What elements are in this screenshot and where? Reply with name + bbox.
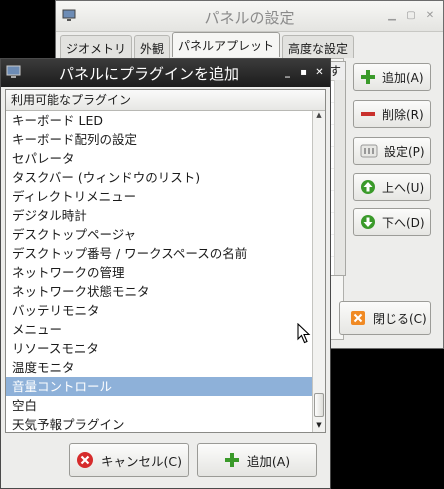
plugin-list-item[interactable]: キーボード LED [6,111,313,130]
plugin-list-scrollbar[interactable]: ▲ ▼ [312,111,325,432]
arrow-up-icon [361,180,375,194]
move-up-button[interactable]: 上へ(U) [353,173,431,201]
preferences-icon [360,144,378,158]
cancel-icon [77,452,93,468]
close-button[interactable]: 閉じる(C) [339,301,431,335]
minimize-icon[interactable]: _ [281,66,294,79]
plugin-list[interactable]: 利用可能なプラグイン キーボード LED キーボード配列の設定 セパレータ タスクバー… [5,89,326,433]
close-window-icon [351,311,365,325]
plugin-list-item[interactable]: デスクトップページャ [6,225,313,244]
plugin-list-item[interactable]: デスクトップ番号 / ワークスペースの名前 [6,244,313,263]
plugin-list-item[interactable]: キーボード配列の設定 [6,130,313,149]
panel-settings-titlebar[interactable]: パネルの設定 ▁ ▢ ✕ [56,1,443,32]
plugin-rows: キーボード LED キーボード配列の設定 セパレータ タスクバー (ウィンドウのリスト… [6,111,313,432]
plugin-list-item[interactable]: 温度モニタ [6,358,313,377]
monitor-icon [6,65,21,82]
plugin-list-item[interactable]: ネットワークの管理 [6,263,313,282]
tab-advanced[interactable]: 高度な設定 [282,35,355,58]
cancel-button[interactable]: キャンセル(C) [69,443,189,477]
plugin-list-header[interactable]: 利用可能なプラグイン [6,90,325,111]
plugin-list-item[interactable]: タスクバー (ウィンドウのリスト) [6,168,313,187]
close-label: 閉じる(C) [373,311,427,326]
add-plugin-titlebar[interactable]: パネルにプラグインを追加 _ ▪ ✕ [1,59,330,87]
maximize-icon[interactable]: ▪ [297,66,310,79]
add-label: 追加(A) [246,453,291,469]
minus-icon [361,112,375,116]
tab-panel-applets[interactable]: パネルアプレット [172,32,281,57]
plugin-list-item[interactable]: 空白 [6,396,313,415]
plus-icon [224,453,239,467]
scrollbar-thumb[interactable] [314,393,324,417]
minimize-icon[interactable]: ▁ [385,9,399,22]
plugin-list-item[interactable]: デジタル時計 [6,206,313,225]
move-down-button[interactable]: 下へ(D) [353,208,431,236]
remove-applet-label: 削除(R) [382,107,424,122]
add-applet-label: 追加(A) [382,70,424,85]
plugin-list-item[interactable]: メニュー [6,320,313,339]
cancel-label: キャンセル(C) [101,453,182,469]
applet-list-scrollbar[interactable] [334,80,345,275]
move-down-label: 下へ(D) [382,215,425,230]
close-icon[interactable]: ✕ [313,66,326,79]
mouse-pointer-icon [297,323,311,344]
plugin-list-item[interactable]: ネットワーク状態モニタ [6,282,313,301]
move-up-label: 上へ(U) [382,180,425,195]
applet-settings-button[interactable]: 設定(P) [353,137,431,165]
maximize-icon[interactable]: ▢ [404,9,418,22]
tab-appearance[interactable]: 外観 [134,35,171,58]
settings-tabs: ジオメトリ 外観 パネルアプレット 高度な設定 [60,32,356,58]
add-button[interactable]: 追加(A) [197,443,317,477]
applet-settings-label: 設定(P) [384,144,425,159]
remove-applet-button[interactable]: 削除(R) [353,100,431,128]
add-plugin-dialog: パネルにプラグインを追加 _ ▪ ✕ 利用可能なプラグイン キーボード LED キ… [0,58,331,489]
plugin-list-item[interactable]: セパレータ [6,149,313,168]
plugin-list-item[interactable]: リソースモニタ [6,339,313,358]
plugin-list-item[interactable]: 天気予報プラグイン [6,415,313,432]
scroll-down-icon[interactable]: ▼ [313,421,325,431]
add-plugin-title: パネルにプラグインを追加 [59,65,240,83]
plus-icon [361,70,375,84]
close-icon[interactable]: ✕ [423,9,437,22]
add-applet-button[interactable]: 追加(A) [353,63,431,91]
scroll-up-icon[interactable]: ▲ [313,111,325,121]
plugin-list-item[interactable]: ディレクトリメニュー [6,187,313,206]
tab-geometry[interactable]: ジオメトリ [60,35,133,58]
arrow-down-icon [361,215,375,229]
plugin-list-item[interactable]: 音量コントロール [6,377,313,396]
plugin-list-item[interactable]: バッテリモニタ [6,301,313,320]
